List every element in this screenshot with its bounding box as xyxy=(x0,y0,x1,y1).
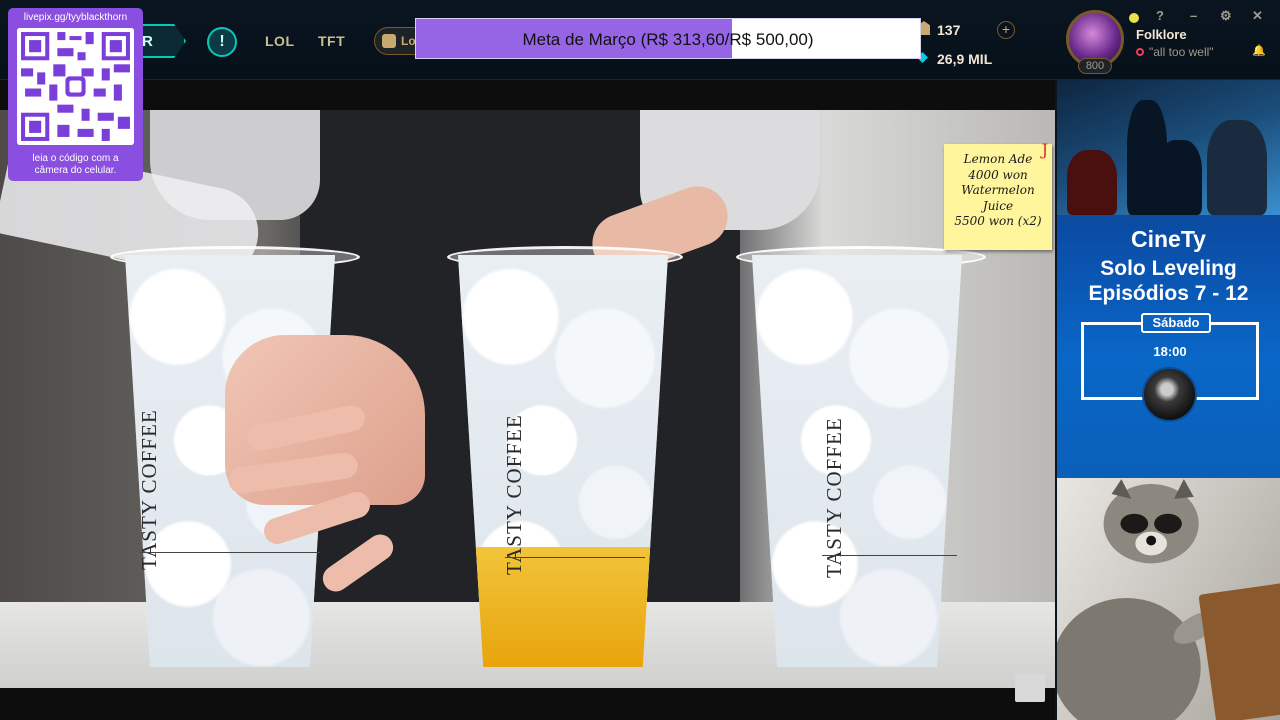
video-watermark-icon xyxy=(1015,674,1045,702)
promo-title-line: Solo Leveling xyxy=(1100,257,1237,280)
anime-key-art xyxy=(1057,80,1280,215)
video-frame: TASTY COFFEE TASTY COFFEE TASTY COFFEE J… xyxy=(0,110,1055,688)
qr-url: livepix.gg/tyyblackthorn xyxy=(23,12,128,23)
ice-cubes xyxy=(752,255,962,667)
qr-caption-line: câmera do celular. xyxy=(34,165,117,176)
play-button-label: R xyxy=(142,33,153,50)
webcam-panel xyxy=(1055,478,1280,720)
username[interactable]: Folklore xyxy=(1136,27,1187,42)
lemon-juice xyxy=(458,547,668,667)
donation-goal-text: Meta de Março (R$ 313,60/R$ 500,00) xyxy=(522,30,814,49)
ranked-label: Lo xyxy=(401,34,416,48)
nav-lol[interactable]: LOL xyxy=(265,33,295,49)
close-icon[interactable]: ✕ xyxy=(1252,8,1263,24)
sticky-line: 5500 won (x2) xyxy=(954,214,1042,228)
cup-fill-line xyxy=(140,552,320,553)
minimize-icon[interactable]: – xyxy=(1190,8,1197,23)
cup-fill-line xyxy=(505,557,645,558)
cup-brand-label: TASTY COFFEE xyxy=(502,414,526,575)
cup-brand-label: TASTY COFFEE xyxy=(137,409,161,570)
blue-essence-value: 26,9 MIL xyxy=(937,51,993,67)
qr-caption: leia o código com a câmera do celular. xyxy=(8,153,143,177)
status-icon xyxy=(1136,48,1144,56)
livepix-qr-overlay: livepix.gg/tyyblackthorn leia o código c… xyxy=(8,8,143,181)
host-avatar xyxy=(1142,367,1197,422)
promo-channel-name: CineTy xyxy=(1131,226,1206,252)
anime-figure xyxy=(1157,140,1202,215)
schedule-day: Sábado xyxy=(1141,313,1211,333)
qr-code-icon xyxy=(17,28,134,145)
schedule-promo-panel: CineTy Solo Leveling Episódios 7 - 12 Sá… xyxy=(1055,80,1280,478)
cup-fill-line xyxy=(822,555,957,556)
ranked-icon xyxy=(382,34,396,48)
settings-icon[interactable]: ⚙ xyxy=(1220,8,1232,24)
notifications-bell-icon[interactable]: 🔔 xyxy=(1252,44,1266,57)
sticky-red-mark: J xyxy=(1041,140,1048,159)
status-message[interactable]: "all too well" xyxy=(1149,45,1214,59)
cup-middle xyxy=(458,255,668,667)
promo-title-line: Episódios 7 - 12 xyxy=(1088,282,1249,305)
anime-figure xyxy=(1067,150,1117,215)
store-plus-button[interactable]: + xyxy=(997,21,1015,39)
donation-goal-bar: Meta de Março (R$ 313,60/R$ 500,00) xyxy=(415,18,921,59)
sticky-line: Lemon Ade xyxy=(963,152,1033,166)
sticky-line: Watermelon xyxy=(961,183,1035,197)
promo-title: Solo Leveling Episódios 7 - 12 xyxy=(1057,256,1280,306)
schedule-time: 18:00 xyxy=(1153,344,1187,359)
qr-caption-line: leia o código com a xyxy=(32,153,119,164)
price-sticky-note: J Lemon Ade 4000 won Watermelon Juice 55… xyxy=(944,140,1052,250)
video-player[interactable]: TASTY COFFEE TASTY COFFEE TASTY COFFEE J… xyxy=(0,80,1055,720)
nav-tft[interactable]: TFT xyxy=(318,33,345,49)
help-icon[interactable]: ? xyxy=(1156,8,1164,23)
online-indicator xyxy=(1129,13,1139,23)
riot-points-value: 137 xyxy=(937,22,961,38)
cup-brand-label: TASTY COFFEE xyxy=(822,417,846,578)
sticky-line: 4000 won xyxy=(968,167,1028,182)
anime-figure xyxy=(1207,120,1267,215)
sticky-line: Juice xyxy=(982,198,1014,213)
alert-icon[interactable]: ! xyxy=(207,27,237,57)
level-badge: 800 xyxy=(1078,58,1112,74)
cup-right xyxy=(752,255,962,667)
